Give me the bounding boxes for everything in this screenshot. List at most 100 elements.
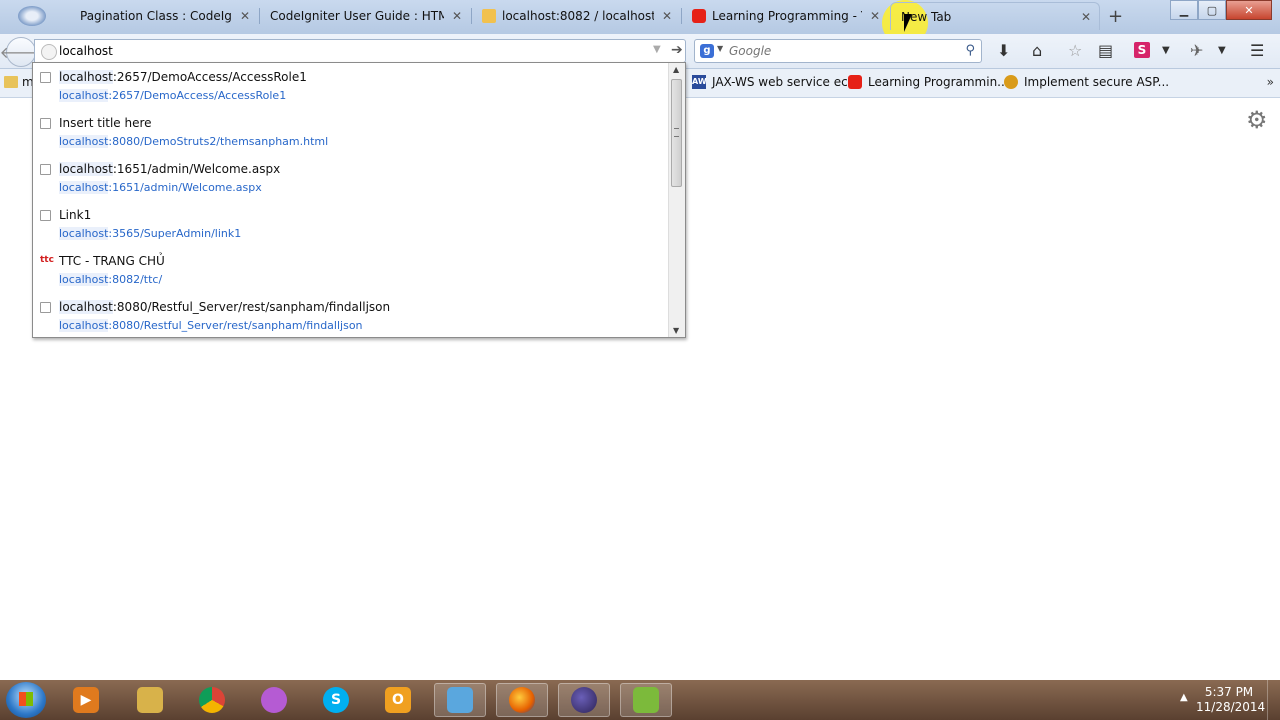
url-input[interactable] (59, 42, 639, 60)
tab-label: localhost:8082 / localhost /... (502, 9, 654, 23)
tab-new-tab[interactable]: New Tab ✕ (890, 2, 1100, 30)
autocomplete-title: Insert title here (59, 116, 152, 130)
tab-codeigniter-user-guide[interactable]: CodeIgniter User Guide : HTML... ✕ (260, 2, 470, 30)
tray-expand-icon[interactable]: ▲ (1180, 692, 1188, 703)
taskbar-app-chrome[interactable] (186, 683, 238, 717)
page-icon (40, 302, 51, 313)
scrollbar-thumb[interactable] (671, 79, 682, 187)
show-desktop-button[interactable] (1267, 680, 1280, 720)
medal-icon (1004, 75, 1018, 89)
new-tab-button[interactable]: + (1108, 6, 1123, 27)
autocomplete-title: TTC - TRANG CHỦ (59, 254, 165, 268)
media-player-icon: ▶ (73, 687, 99, 713)
home-icon[interactable]: ⌂ (1032, 42, 1042, 60)
bookmark-label: Implement secure ASP... (1024, 75, 1170, 89)
mouse-pointer-icon (904, 14, 912, 32)
page-icon (40, 72, 51, 83)
site-identity-icon[interactable] (41, 44, 57, 60)
autocomplete-item[interactable]: Link1 localhost:3565/SuperAdmin/link1 (33, 201, 669, 247)
tab-close-icon[interactable]: ✕ (870, 9, 880, 23)
bookmark-jax-ws[interactable]: AW JAX-WS web service ec... (692, 75, 859, 89)
page-icon (40, 118, 51, 129)
tab-learning-programming[interactable]: Learning Programming - Y... ✕ (682, 2, 888, 30)
taskbar-app-skype[interactable]: S (310, 683, 362, 717)
autocomplete-title: Link1 (59, 208, 92, 222)
go-arrow-icon[interactable]: ➔ (671, 42, 683, 58)
windows-explorer-icon (447, 687, 473, 713)
search-input[interactable] (729, 42, 949, 60)
autocomplete-item[interactable]: Insert title here localhost:8080/DemoStr… (33, 109, 669, 155)
minimize-button[interactable]: ▁ (1170, 0, 1198, 20)
taskbar-app-folder[interactable] (124, 683, 176, 717)
eye-icon (60, 9, 74, 23)
search-bar[interactable]: g ▼ ⚲ (694, 39, 982, 63)
autocomplete-item[interactable]: ttc TTC - TRANG CHỦ localhost:8082/ttc/ (33, 247, 669, 293)
tab-pagination-class[interactable]: Pagination Class : CodeIgniter ... ✕ (50, 2, 258, 30)
bookmark-label: JAX-WS web service ec... (712, 75, 860, 89)
bookmark-learning-programming[interactable]: Learning Programmin... (848, 75, 1009, 89)
google-search-engine-icon[interactable]: g (700, 44, 714, 58)
clock-date: 11/28/2014 (1196, 700, 1266, 714)
tab-close-icon[interactable]: ✕ (240, 9, 250, 23)
url-bar[interactable]: ▼ ➔ (34, 39, 686, 63)
tab-strip: Pagination Class : CodeIgniter ... ✕ Cod… (0, 0, 1280, 46)
tab-label: CodeIgniter User Guide : HTML... (270, 9, 444, 23)
aw-icon: AW (692, 75, 707, 89)
tab-close-icon[interactable]: ✕ (662, 9, 672, 23)
folder-icon[interactable] (4, 76, 18, 88)
taskbar-app-firefox[interactable] (496, 683, 548, 717)
autocomplete-url: localhost:8080/DemoStruts2/themsanpham.h… (59, 135, 329, 148)
taskbar-app-eclipse[interactable] (558, 683, 610, 717)
menu-icon[interactable]: ☰ (1250, 42, 1264, 60)
tab-localhost-phpmyadmin[interactable]: localhost:8082 / localhost /... ✕ (472, 2, 680, 30)
tab-close-icon[interactable]: ✕ (452, 9, 462, 23)
bookmarks-overflow-icon[interactable]: » (1267, 75, 1274, 89)
search-icon[interactable]: ⚲ (965, 43, 975, 58)
close-window-button[interactable]: ✕ (1226, 0, 1272, 20)
taskbar-app-windows-explorer[interactable] (434, 683, 486, 717)
youtube-icon (848, 75, 862, 89)
phpmyadmin-icon (482, 9, 496, 23)
bookmark-implement-secure-asp[interactable]: Implement secure ASP... (1004, 75, 1169, 89)
tab-close-icon[interactable]: ✕ (1081, 10, 1091, 24)
autocomplete-title: localhost:1651/admin/Welcome.aspx (59, 162, 281, 176)
stylish-icon[interactable]: S (1134, 42, 1150, 58)
taskbar-app-notepadpp[interactable] (620, 683, 672, 717)
system-clock[interactable]: 5:37 PM 11/28/2014 (1196, 685, 1266, 715)
grip-icon (674, 128, 679, 137)
page-icon (40, 164, 51, 175)
chevron-down-icon[interactable]: ▼ (1218, 42, 1226, 60)
autocomplete-url: localhost:1651/admin/Welcome.aspx (59, 181, 262, 194)
addon-icon[interactable]: ✈ (1190, 42, 1203, 60)
scroll-up-icon[interactable]: ▲ (673, 65, 679, 74)
firefox-tab-groups-icon[interactable] (18, 6, 46, 26)
taskbar-app-media-player[interactable]: ▶ (60, 683, 112, 717)
window-controls: ▁ ▢ ✕ (1170, 0, 1272, 20)
url-autocomplete-popup: localhost:2657/DemoAccess/AccessRole1 lo… (32, 62, 686, 338)
windows-logo-icon (19, 692, 33, 706)
history-dropdown-icon[interactable]: ▼ (653, 44, 661, 55)
bookmark-star-icon[interactable]: ☆ (1068, 42, 1082, 60)
taskbar-app-outlook[interactable]: O (372, 683, 424, 717)
ttc-favicon-icon: ttc (40, 255, 54, 265)
autocomplete-scrollbar[interactable]: ▲ ▼ (668, 63, 685, 337)
chrome-icon (199, 687, 225, 713)
chevron-down-icon[interactable]: ▼ (1162, 42, 1170, 60)
downloads-icon[interactable]: ⬇ (997, 42, 1010, 60)
clock-time: 5:37 PM (1204, 685, 1254, 699)
maximize-button[interactable]: ▢ (1198, 0, 1226, 20)
taskbar-app-messenger[interactable] (248, 683, 300, 717)
autocomplete-item[interactable]: localhost:2657/DemoAccess/AccessRole1 lo… (33, 63, 669, 109)
gear-icon[interactable]: ⚙ (1246, 106, 1268, 134)
autocomplete-title: localhost:8080/Restful_Server/rest/sanph… (59, 300, 391, 314)
scroll-down-icon[interactable]: ▼ (673, 326, 679, 335)
autocomplete-item[interactable]: localhost:8080/Restful_Server/rest/sanph… (33, 293, 669, 339)
chevron-down-icon[interactable]: ▼ (717, 44, 723, 53)
bookmarks-menu-icon[interactable]: ▤ (1098, 42, 1113, 60)
start-button[interactable] (6, 682, 46, 718)
autocomplete-item[interactable]: localhost:1651/admin/Welcome.aspx localh… (33, 155, 669, 201)
tab-label: Pagination Class : CodeIgniter ... (80, 9, 232, 23)
autocomplete-title: localhost:2657/DemoAccess/AccessRole1 (59, 70, 307, 84)
skype-icon: S (323, 687, 349, 713)
autocomplete-url: localhost:8080/Restful_Server/rest/sanph… (59, 319, 363, 332)
